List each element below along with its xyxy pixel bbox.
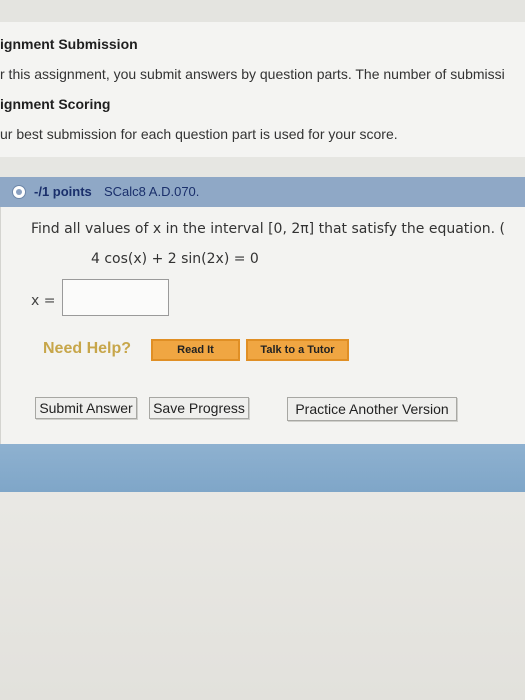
- assignment-submission-heading: ignment Submission: [0, 36, 138, 52]
- question-header: -/1 points SCalc8 A.D.070.: [0, 177, 525, 208]
- answer-label: x =: [31, 293, 56, 309]
- assignment-info-panel: ignment Submission r this assignment, yo…: [0, 22, 525, 158]
- question-points: -/1 points: [34, 184, 92, 199]
- practice-another-version-button[interactable]: Practice Another Version: [287, 397, 457, 421]
- question-equation: 4 cos(x) + 2 sin(2x) = 0: [91, 251, 259, 267]
- answer-input[interactable]: [62, 279, 169, 316]
- question-toggle-icon[interactable]: [12, 185, 26, 199]
- question-body: Find all values of x in the interval [0,…: [0, 207, 525, 444]
- read-it-button[interactable]: Read It: [151, 339, 240, 361]
- assignment-submission-text: r this assignment, you submit answers by…: [0, 66, 505, 82]
- panel-gap: [0, 157, 525, 177]
- question-prompt: Find all values of x in the interval [0,…: [31, 221, 505, 237]
- need-help-label: Need Help?: [43, 340, 132, 357]
- submit-answer-button[interactable]: Submit Answer: [35, 397, 137, 419]
- question-id: SCalc8 A.D.070.: [104, 184, 200, 199]
- save-progress-button[interactable]: Save Progress: [149, 397, 249, 419]
- assignment-scoring-heading: ignment Scoring: [0, 96, 111, 112]
- talk-to-tutor-button[interactable]: Talk to a Tutor: [246, 339, 349, 361]
- assignment-scoring-text: ur best submission for each question par…: [0, 126, 398, 142]
- top-strip: [0, 0, 525, 22]
- bottom-band: [0, 444, 525, 492]
